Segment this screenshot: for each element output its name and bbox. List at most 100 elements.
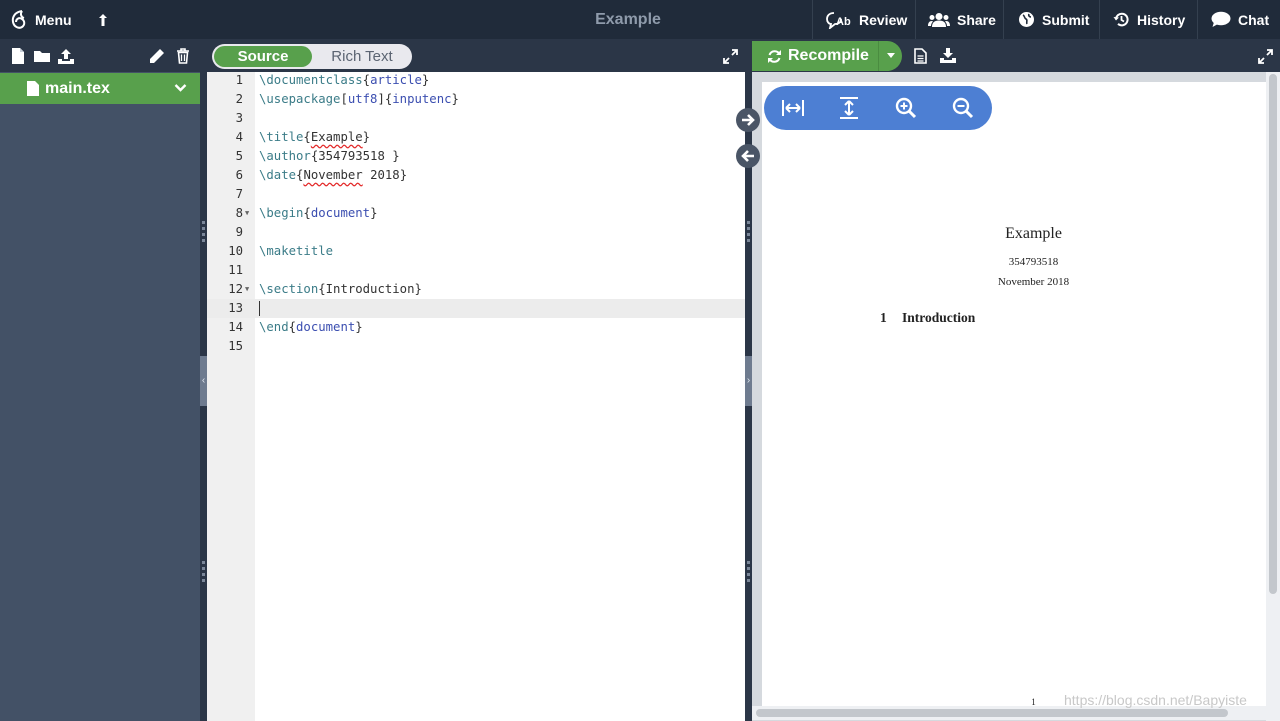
line-number: 10 xyxy=(228,244,243,258)
expand-icon[interactable] xyxy=(723,49,738,64)
resize-grip[interactable] xyxy=(202,561,205,583)
submit-button[interactable]: Submit xyxy=(1018,0,1089,39)
resize-grip[interactable] xyxy=(747,561,750,583)
menu-button[interactable]: Menu xyxy=(10,0,72,39)
log-file-icon[interactable] xyxy=(914,48,927,64)
recompile-button[interactable]: Recompile xyxy=(752,41,902,71)
pdf-section-title: Introduction xyxy=(902,310,976,325)
review-label: Review xyxy=(859,11,908,28)
chevron-down-icon[interactable] xyxy=(174,83,187,93)
code-line[interactable]: 9 xyxy=(207,223,745,242)
pdf-doc-title: Example xyxy=(1005,225,1062,242)
sync-to-pdf-button[interactable] xyxy=(736,108,760,132)
chat-label: Chat xyxy=(1238,11,1270,28)
code-line[interactable]: 2 \usepackage[utf8]{inputenc} xyxy=(207,90,745,109)
zoom-out-icon[interactable] xyxy=(951,96,975,120)
text-cursor xyxy=(259,301,260,316)
fit-width-icon[interactable] xyxy=(781,96,805,120)
pdf-doc-author: 354793518 xyxy=(1008,256,1059,268)
rename-pencil-icon[interactable] xyxy=(149,48,165,64)
code-line[interactable]: 10 \maketitle xyxy=(207,242,745,261)
submit-label: Submit xyxy=(1042,11,1090,28)
zoom-in-icon[interactable] xyxy=(894,96,918,120)
editor-pdf-splitter[interactable]: › xyxy=(745,39,752,721)
code-line[interactable]: 15 xyxy=(207,337,745,356)
project-title: Example xyxy=(595,11,661,28)
pdf-vertical-scrollbar[interactable] xyxy=(1266,72,1280,721)
file-name: main.tex xyxy=(45,79,110,97)
pdf-horizontal-scrollbar[interactable] xyxy=(752,706,1266,720)
fold-caret-icon[interactable]: ▼ xyxy=(245,204,249,223)
review-icon: Ab xyxy=(826,11,851,29)
resize-grip[interactable] xyxy=(747,221,750,243)
users-icon xyxy=(928,12,950,27)
share-button[interactable]: Share xyxy=(928,0,996,39)
code-text: \begin{document} xyxy=(259,206,378,220)
line-number: 12 xyxy=(228,282,243,296)
line-number: 1 xyxy=(235,73,243,87)
rich-text-mode-button[interactable]: Rich Text xyxy=(314,44,410,69)
chat-button[interactable]: Chat xyxy=(1211,0,1269,39)
code-text: \date{November 2018} xyxy=(259,168,408,182)
fit-height-icon[interactable] xyxy=(837,96,861,120)
file-tree-panel: main.tex xyxy=(0,39,200,721)
level-up-arrow-icon xyxy=(99,13,107,26)
pdf-doc-date: November 2018 xyxy=(997,276,1070,288)
pdf-viewer[interactable]: Example 354793518 November 2018 1 Introd… xyxy=(752,72,1280,721)
line-number: 14 xyxy=(228,320,243,334)
code-editor[interactable]: 1 \documentclass{article} 2 \usepackage[… xyxy=(207,72,745,721)
editor-mode-toggle: Source Rich Text xyxy=(212,44,412,69)
code-line[interactable]: 3 xyxy=(207,109,745,128)
line-number: 15 xyxy=(228,339,243,353)
pdf-section-number: 1 xyxy=(880,310,887,325)
line-number: 8 xyxy=(235,206,243,220)
file-tree-toolbar xyxy=(0,39,200,72)
svg-text:Ab: Ab xyxy=(836,16,851,28)
editor-toolbar: Source Rich Text xyxy=(207,39,745,72)
recompile-label: Recompile xyxy=(788,47,869,64)
pdf-toolbar: Recompile xyxy=(752,39,1280,72)
new-file-icon[interactable] xyxy=(10,48,26,64)
code-line[interactable]: 11 xyxy=(207,261,745,280)
code-line[interactable]: 4 \title{Example} xyxy=(207,128,745,147)
sync-to-code-button[interactable] xyxy=(736,144,760,168)
resize-grip[interactable] xyxy=(202,221,205,243)
line-number: 11 xyxy=(228,263,243,277)
caret-down-icon xyxy=(887,53,895,58)
code-text: \usepackage[utf8]{inputenc} xyxy=(259,92,459,106)
watermark-text: https://blog.csdn.net/Bapyiste xyxy=(1064,692,1247,708)
new-folder-icon[interactable] xyxy=(34,48,50,64)
code-text: \author{354793518 } xyxy=(259,149,400,163)
code-line[interactable]: 7 xyxy=(207,185,745,204)
code-line[interactable]: 6 \date{November 2018} xyxy=(207,166,745,185)
code-line[interactable]: 12 ▼ \section{Introduction} xyxy=(207,280,745,299)
line-number: 5 xyxy=(235,149,243,163)
code-line[interactable]: 8 ▼ \begin{document} xyxy=(207,204,745,223)
share-label: Share xyxy=(957,11,996,28)
back-to-projects-button[interactable] xyxy=(96,0,110,39)
code-line[interactable]: 1 \documentclass{article} xyxy=(207,71,745,90)
code-line[interactable]: 14 \end{document} xyxy=(207,318,745,337)
fold-caret-icon[interactable]: ▼ xyxy=(245,280,249,299)
review-button[interactable]: Ab Review xyxy=(826,0,907,39)
source-mode-button[interactable]: Source xyxy=(214,46,312,67)
download-icon[interactable] xyxy=(940,48,956,63)
line-number: 2 xyxy=(235,92,243,106)
tree-editor-splitter[interactable]: ‹ xyxy=(200,39,207,721)
recompile-options-dropdown[interactable] xyxy=(878,41,902,71)
expand-icon[interactable] xyxy=(1258,49,1273,64)
code-text: \title{Example} xyxy=(259,130,371,144)
code-text: \end{document} xyxy=(259,320,363,334)
collapse-pdf-toggle[interactable]: › xyxy=(745,356,752,406)
code-line-active[interactable]: 13 xyxy=(207,299,745,318)
upload-icon[interactable] xyxy=(58,48,74,64)
code-line[interactable]: 5 \author{354793518 } xyxy=(207,147,745,166)
overleaf-logo-icon xyxy=(11,9,26,29)
top-toolbar: Menu Example Ab Review Share Submit Hist… xyxy=(0,0,1280,39)
history-button[interactable]: History xyxy=(1113,0,1185,39)
history-icon xyxy=(1113,12,1129,27)
collapse-tree-toggle[interactable]: ‹ xyxy=(200,356,207,406)
file-tree-item-main-tex[interactable]: main.tex xyxy=(0,73,200,104)
line-number: 3 xyxy=(235,111,243,125)
delete-trash-icon[interactable] xyxy=(175,48,191,64)
